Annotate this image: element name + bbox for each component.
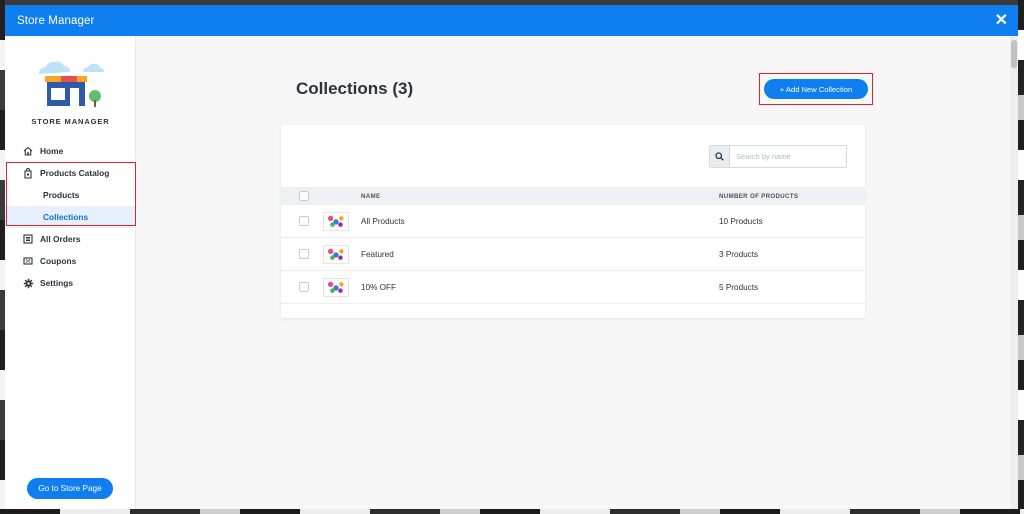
column-header-count: NUMBER OF PRODUCTS [719,192,799,200]
collection-thumbnail [323,245,349,264]
store-logo [39,61,104,107]
close-icon[interactable]: ✕ [995,12,1008,29]
page-title: Collections (3) [296,79,414,98]
scrollbar[interactable] [1010,36,1018,509]
collection-name[interactable]: 10% OFF [361,283,396,292]
select-all-checkbox[interactable] [299,191,309,201]
collections-card: NAME NUMBER OF PRODUCTS All Products 10 … [281,125,865,318]
modal-title: Store Manager [17,14,95,27]
product-count: 3 Products [719,250,759,259]
row-checkbox[interactable] [299,282,309,292]
sidebar-item-label: Collections [43,212,89,222]
sidebar-item-label: Products [43,190,80,200]
catalog-icon [22,167,34,179]
coupon-icon [22,255,34,267]
backdrop [1018,0,1024,514]
sidebar-item-label: Coupons [40,256,77,266]
sidebar: STORE MANAGER Home Products Catalog Prod… [5,36,136,509]
collection-name[interactable]: Featured [361,250,394,259]
sidebar-item-home[interactable]: Home [5,140,136,162]
sidebar-item-label: Products Catalog [40,168,110,178]
search-box [709,145,847,168]
sidebar-item-label: Home [40,146,64,156]
sidebar-item-coupons[interactable]: Coupons [5,250,136,272]
search-icon[interactable] [710,146,730,167]
sidebar-item-products-catalog[interactable]: Products Catalog [5,162,136,184]
table-row[interactable]: All Products 10 Products [281,205,865,238]
product-count: 5 Products [719,283,759,292]
table-header: NAME NUMBER OF PRODUCTS [281,187,865,205]
go-to-store-button[interactable]: Go to Store Page [27,478,113,499]
collection-name[interactable]: All Products [361,217,405,226]
modal-titlebar: Store Manager ✕ [5,5,1018,36]
table-row[interactable]: Featured 3 Products [281,238,865,271]
search-input[interactable] [730,146,846,167]
sidebar-item-collections[interactable]: Collections [5,206,136,228]
row-checkbox[interactable] [299,249,309,259]
row-checkbox[interactable] [299,216,309,226]
main-content: Collections (3) + Add New Collection NAM… [136,36,1018,509]
logo-text: STORE MANAGER [31,117,110,126]
sidebar-item-settings[interactable]: Settings [5,272,136,294]
sidebar-item-label: Settings [40,278,74,288]
sidebar-item-all-orders[interactable]: All Orders [5,228,136,250]
collection-thumbnail [323,212,349,231]
product-count: 10 Products [719,217,763,226]
scrollbar-thumb[interactable] [1011,40,1017,68]
home-icon [22,145,34,157]
sidebar-nav: Home Products Catalog Products Collectio… [5,140,136,294]
orders-icon [22,233,34,245]
table-row[interactable]: 10% OFF 5 Products [281,271,865,304]
collection-thumbnail [323,278,349,297]
add-collection-button[interactable]: + Add New Collection [764,79,868,99]
column-header-name: NAME [361,192,381,200]
sidebar-item-label: All Orders [40,234,81,244]
gear-icon [22,277,34,289]
backdrop [0,509,1024,514]
store-manager-modal: Store Manager ✕ STORE MANAGER Home Produ… [5,5,1018,509]
sidebar-item-products[interactable]: Products [5,184,136,206]
